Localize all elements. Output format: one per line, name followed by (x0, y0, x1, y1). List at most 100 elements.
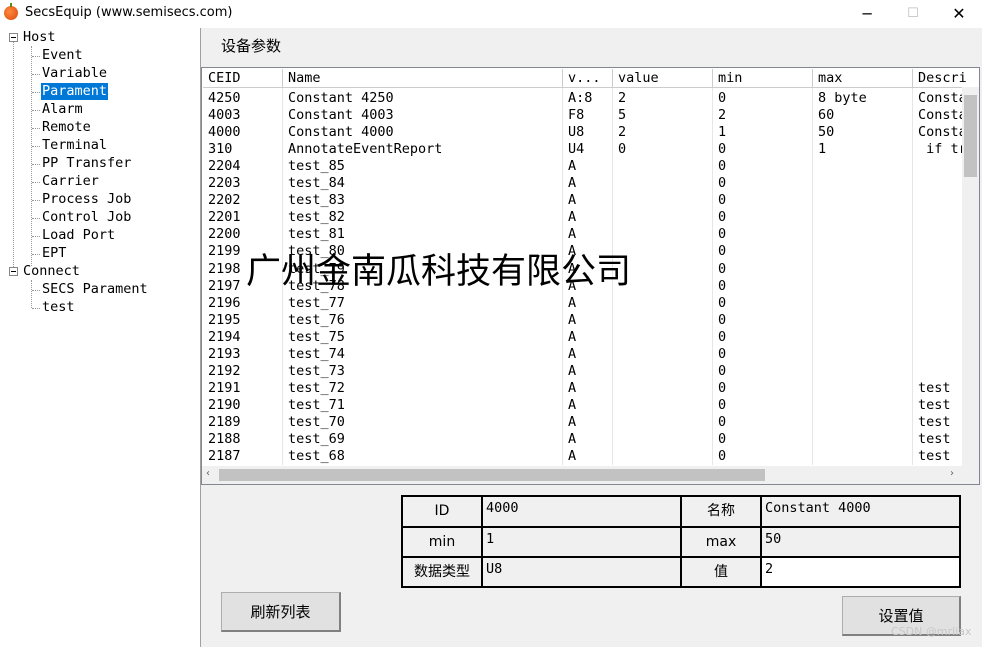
max-field[interactable]: 50 (762, 528, 959, 556)
column-header-name[interactable]: Name (283, 69, 563, 88)
table-row[interactable]: 2194 test_75 A 0 (202, 329, 962, 346)
table-cell-3 (613, 295, 713, 312)
table-cell-0: 2194 (208, 328, 241, 345)
tree-item-ept[interactable]: EPT (42, 245, 66, 262)
tree-item-terminal[interactable]: Terminal (42, 137, 107, 154)
collapse-host-icon[interactable] (9, 33, 18, 42)
table-cell-2: F8 (568, 107, 585, 124)
scroll-left-arrow-icon[interactable]: ‹ (206, 468, 210, 479)
table-cell-5 (813, 312, 913, 329)
data-type-label: 数据类型 (403, 558, 481, 586)
table-row[interactable]: 4250 Constant 4250 A:8 2 0 8 byte Consta (202, 90, 967, 107)
table-cell-2: A (568, 413, 577, 430)
table-cell-4: 0 (718, 431, 727, 447)
table-cell-5 (813, 261, 913, 278)
table-cell-4: 0 (718, 90, 727, 106)
refresh-list-button[interactable]: 刷新列表 (221, 592, 341, 632)
table-row[interactable]: 2187 test_68 A 0 test (202, 448, 962, 465)
table-cell-3 (613, 209, 713, 226)
table-cell-1: Constant 4250 (288, 90, 394, 106)
table-cell-4: 0 (718, 345, 727, 362)
tree-line (31, 280, 32, 308)
table-cell-2: A (568, 311, 577, 328)
collapse-connect-icon[interactable] (9, 267, 18, 276)
column-header-v[interactable]: v... (563, 69, 613, 88)
tree-node-host[interactable]: Host (23, 29, 56, 46)
minimize-button[interactable]: ─ (844, 0, 890, 28)
table-row[interactable]: 2195 test_76 A 0 (202, 312, 962, 329)
table-cell-3 (613, 329, 713, 346)
table-cell-4: 0 (718, 158, 727, 175)
tree-line (32, 146, 40, 147)
table-row[interactable]: 310 AnnotateEventReport U4 0 0 1 if tr (202, 141, 967, 158)
table-cell-0: 2188 (208, 431, 241, 447)
table-row[interactable]: 4003 Constant 4003 F8 5 2 60 Consta (202, 107, 967, 124)
table-cell-2: A (568, 431, 577, 447)
table-row[interactable]: 2188 test_69 A 0 test (202, 431, 962, 448)
table-cell-3 (613, 363, 713, 380)
column-header-max[interactable]: max (813, 69, 913, 88)
table-cell-0: 2204 (208, 158, 241, 175)
table-cell-3 (613, 346, 713, 363)
table-cell-5 (813, 414, 913, 431)
table-cell-2: A (568, 158, 577, 175)
table-cell-0: 2193 (208, 345, 241, 362)
table-row[interactable]: 2203 test_84 A 0 (202, 175, 962, 192)
table-cell-3 (613, 226, 713, 243)
table-row[interactable]: 4000 Constant 4000 U8 2 1 50 Consta (202, 124, 967, 141)
tree-item-test[interactable]: test (42, 299, 75, 316)
scroll-right-arrow-icon[interactable]: › (950, 468, 954, 479)
table-row[interactable]: 2189 test_70 A 0 test (202, 414, 962, 431)
table-row[interactable]: 2191 test_72 A 0 test (202, 380, 962, 397)
tree-item-control-job[interactable]: Control Job (42, 209, 131, 226)
table-cell-2: U4 (568, 141, 585, 158)
tree-item-remote[interactable]: Remote (42, 119, 91, 136)
table-cell-4: 2 (718, 107, 727, 124)
table-row[interactable]: 2190 test_71 A 0 test (202, 397, 962, 414)
id-field[interactable]: 4000 (483, 497, 680, 526)
table-cell-4: 0 (718, 328, 727, 345)
table-row[interactable]: 2200 test_81 A 0 (202, 226, 962, 243)
tree-item-event[interactable]: Event (42, 47, 83, 64)
table-row[interactable]: 2204 test_85 A 0 (202, 158, 962, 175)
tree-item-process-job[interactable]: Process Job (42, 191, 131, 208)
table-cell-1: test_77 (288, 294, 345, 311)
tree-item-pp-transfer[interactable]: PP Transfer (42, 155, 131, 172)
table-row[interactable]: 2201 test_82 A 0 (202, 209, 962, 226)
table-cell-0: 2201 (208, 209, 241, 226)
close-button[interactable]: ✕ (936, 0, 982, 28)
column-header-ceid[interactable]: CEID (203, 69, 283, 88)
maximize-button[interactable]: ☐ (890, 0, 936, 28)
table-row[interactable]: 2193 test_74 A 0 (202, 346, 962, 363)
tree-line (32, 110, 40, 111)
table-cell-0: 2191 (208, 379, 241, 396)
table-cell-0: 2195 (208, 311, 241, 328)
vertical-scroll-thumb[interactable] (964, 95, 977, 177)
column-header-descri[interactable]: Descri (913, 69, 979, 88)
tree-item-load-port[interactable]: Load Port (42, 227, 115, 244)
tree-node-connect[interactable]: Connect (23, 263, 80, 280)
table-row[interactable]: 2196 test_77 A 0 (202, 295, 962, 312)
table-cell-3 (613, 312, 713, 329)
tree-item-alarm[interactable]: Alarm (42, 101, 83, 118)
tree-item-carrier[interactable]: Carrier (42, 173, 99, 190)
horizontal-scroll-thumb[interactable] (219, 469, 765, 481)
detail-form: ID 4000 名称 Constant 4000 min 1 max 50 数据… (401, 495, 961, 588)
tree-item-parament[interactable]: Parament (41, 83, 109, 100)
table-row[interactable]: 2192 test_73 A 0 (202, 363, 962, 380)
table-cell-0: 4003 (208, 107, 241, 124)
data-type-field[interactable]: U8 (483, 558, 680, 586)
table-cell-1: Constant 4000 (288, 124, 394, 141)
tree-item-secs-parament[interactable]: SECS Parament (42, 281, 148, 298)
table-cell-1: test_82 (288, 209, 345, 226)
table-row[interactable]: 2202 test_83 A 0 (202, 192, 962, 209)
tree-item-variable[interactable]: Variable (42, 65, 107, 82)
value-input[interactable]: 2 (762, 558, 959, 586)
name-field[interactable]: Constant 4000 (762, 497, 959, 526)
column-header-value[interactable]: value (613, 69, 713, 88)
table-cell-2: A (568, 175, 577, 192)
table-cell-3 (613, 380, 713, 397)
column-header-min[interactable]: min (713, 69, 813, 88)
tree-line (32, 290, 40, 291)
min-field[interactable]: 1 (483, 528, 680, 556)
